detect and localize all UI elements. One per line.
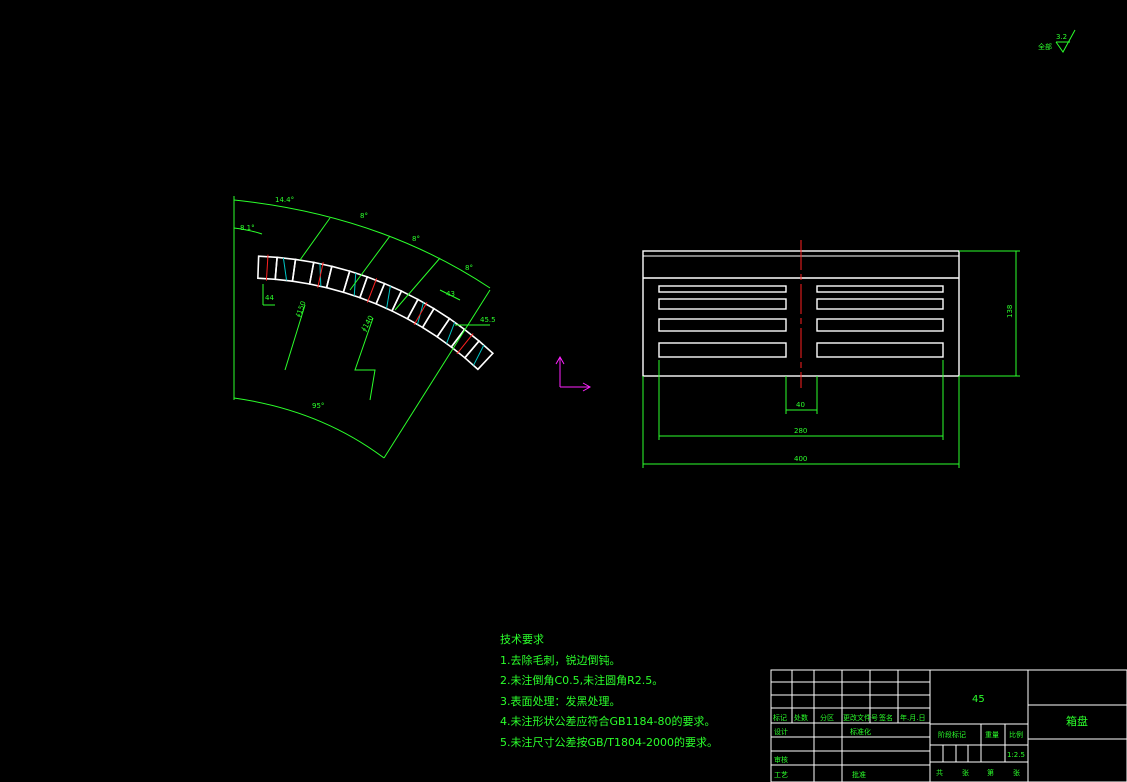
tech-requirement-5: 5.未注尺寸公差按GB/T1804-2000的要求。 [500,735,718,749]
surface-finish-prefix: 全部 [1038,42,1052,51]
tech-requirement-3: 3.表面处理：发黑处理。 [500,694,621,708]
dim-height: 138 [1006,305,1014,318]
front-slot [816,285,944,293]
sector-center-mark [413,301,428,326]
rev-header-sign: 签名 [879,713,893,722]
dim-inner-width: 280 [794,427,807,435]
sector-center-mark [265,254,269,281]
sector-view: 14.4° 8.1° 8° 8° 8° 44 ∮150 ∮140 43 45.5… [233,196,496,459]
material-text: 45 [972,694,985,705]
sheet-total-unit: 张 [962,768,969,777]
stage-mark-label: 阶段标记 [938,730,966,739]
rev-header-doc: 更改文件号 [843,713,878,722]
front-slot [658,318,787,332]
sector-hatch [473,344,485,366]
scale-label: 比例 [1009,730,1023,739]
dim-angle-95: 95° [312,402,324,410]
front-slot [658,298,787,310]
sector-segment [325,265,351,294]
front-slot [658,285,787,293]
front-slot [816,342,944,358]
tech-requirements-title: 技术要求 [500,633,544,646]
tech-requirement-1: 1.去除毛刺，锐边倒钝。 [500,653,621,667]
scale-value: 1:2.5 [1007,751,1025,759]
dim-dia-140: ∮140 [360,314,375,333]
dim-43: 43 [446,290,455,298]
title-block: 45 箱盘 标记 处数 分区 更改文件号 签名 年.月.日 设计 标准化 审核 … [770,669,1127,782]
design-label: 设计 [774,727,788,736]
weight-label: 重量 [985,731,999,739]
tech-requirement-2: 2.未注倒角C0.5,未注圆角R2.5。 [500,674,664,687]
sector-body [257,254,495,371]
front-slot [816,318,944,332]
sector-segment [390,289,420,320]
dim-overall-width: 400 [794,455,807,463]
dim-45-5: 45.5 [480,316,496,324]
dim-angle-8-1: 8.1° [240,224,255,232]
sector-hatch [282,257,288,281]
rev-header-date: 年.月.日 [900,713,925,722]
sheet-number-unit: 张 [1013,768,1020,777]
front-view: 138 40 280 400 [642,240,1020,468]
sector-hatch [446,322,456,344]
front-slot [658,342,787,358]
rev-header-zone: 分区 [820,713,834,722]
tech-requirement-4: 4.未注形状公差应符合GB1184-80的要求。 [500,715,716,728]
front-slot [816,298,944,310]
standardization-label: 标准化 [850,727,871,736]
dim-angle-8-b: 8° [412,235,420,243]
process-label: 工艺 [774,771,788,779]
rev-header-count: 处数 [794,713,808,722]
sector-center-mark [366,278,378,303]
dim-44: 44 [265,294,274,302]
dim-dia-150: ∮150 [294,300,307,319]
surface-finish-value: 3.2 [1056,33,1067,41]
review-label: 审核 [774,755,788,764]
dim-slot-width: 40 [796,401,805,409]
sheet-number-label: 第 [987,768,994,777]
sector-hatch [386,285,391,309]
dim-angle-14: 14.4° [275,196,294,204]
dim-angle-8-c: 8° [465,264,473,272]
sector-segment [421,307,451,338]
approve-label: 批准 [852,770,866,779]
ucs-icon [555,355,592,392]
part-name-text: 箱盘 [1066,714,1088,728]
rev-header-mark: 标记 [773,713,787,722]
technical-requirements: 技术要求 1.去除毛刺，锐边倒钝。 2.未注倒角C0.5,未注圆角R2.5。 3… [500,630,718,753]
sheet-total-label: 共 [936,768,943,777]
dim-angle-8-a: 8° [360,212,368,220]
surface-finish-symbol: 全部 3.2 [1038,29,1076,53]
